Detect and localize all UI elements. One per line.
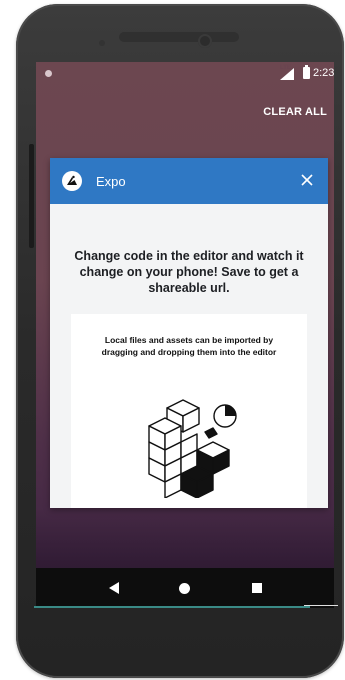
front-camera [198,34,212,48]
status-time: 2:23 [313,67,334,79]
notification-dot-icon [45,70,52,77]
navigation-bar [36,568,334,608]
screen-edge-line [34,606,310,608]
status-bar: LTE 2:23 [36,62,334,86]
home-circle-icon[interactable] [179,583,190,594]
expo-app-icon [62,171,82,191]
close-icon[interactable] [299,172,315,188]
recent-app-card[interactable]: Expo Change code in the editor and watch… [50,158,328,508]
clear-all-button[interactable]: CLEAR ALL [263,106,327,118]
proximity-sensor [99,40,105,46]
back-triangle-icon[interactable] [108,582,120,594]
panel-text: Local files and assets can be imported b… [101,335,277,357]
power-button [29,144,34,248]
expo-logo-icon [67,175,77,185]
app-name: Expo [96,174,126,189]
phone-screen: LTE 2:23 CLEAR ALL Expo Change code in t… [36,62,334,608]
recents-square-icon[interactable] [252,583,262,593]
wallpaper-fade [36,508,334,568]
info-panel: Local files and assets can be imported b… [71,314,307,508]
battery-icon [303,65,310,79]
app-preview: Change code in the editor and watch it c… [50,204,328,508]
screen-edge-highlight [304,605,338,606]
isometric-cubes-illustration [148,399,237,498]
earpiece-speaker [119,32,239,42]
card-header: Expo [50,158,328,204]
network-type: LTE [280,65,291,71]
headline-text: Change code in the editor and watch it c… [74,249,304,295]
